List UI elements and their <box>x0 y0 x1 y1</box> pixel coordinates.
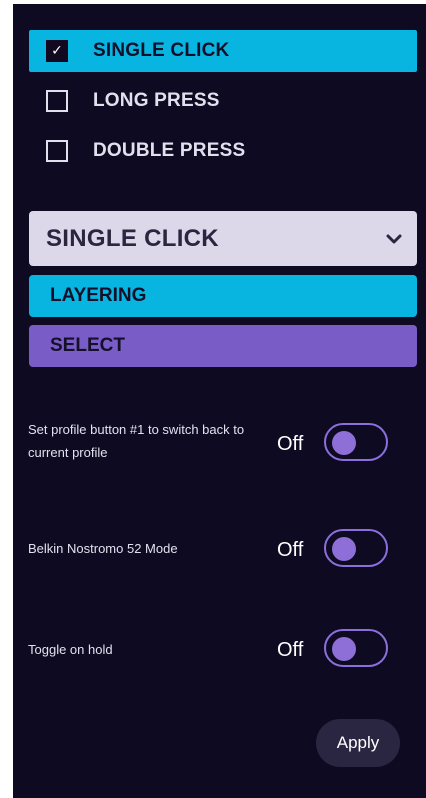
setting-state: Off <box>277 433 304 455</box>
switch-back-toggle[interactable] <box>324 423 388 461</box>
toggle-knob <box>332 537 356 561</box>
trigger-label: LONG PRESS <box>93 90 220 111</box>
toggle-knob <box>332 637 356 661</box>
trigger-long-press[interactable]: LONG PRESS <box>29 80 417 122</box>
apply-button[interactable]: Apply <box>316 719 400 767</box>
settings-panel: ✓ SINGLE CLICK LONG PRESS DOUBLE PRESS S… <box>13 4 426 798</box>
option-layering[interactable]: LAYERING <box>29 275 417 317</box>
setting-label-nostromo: Belkin Nostromo 52 Mode <box>28 541 178 556</box>
setting-state: Off <box>277 639 304 661</box>
setting-label-switch-back: Set profile button #1 to switch back to … <box>28 422 245 460</box>
setting-state: Off <box>277 539 304 561</box>
trigger-dropdown[interactable]: SINGLE CLICK <box>29 211 417 266</box>
chevron-down-icon <box>383 228 405 250</box>
trigger-label: SINGLE CLICK <box>93 40 230 61</box>
checkbox[interactable]: ✓ <box>46 40 68 62</box>
trigger-double-press[interactable]: DOUBLE PRESS <box>29 130 417 172</box>
toggle-on-hold-toggle[interactable] <box>324 629 388 667</box>
trigger-label: DOUBLE PRESS <box>93 140 246 161</box>
dropdown-value: SINGLE CLICK <box>46 224 219 252</box>
checkbox[interactable] <box>46 90 68 112</box>
checkmark-icon: ✓ <box>51 43 63 59</box>
option-select[interactable]: SELECT <box>29 325 417 367</box>
checkbox[interactable] <box>46 140 68 162</box>
trigger-single-click[interactable]: ✓ SINGLE CLICK <box>29 30 417 72</box>
nostromo-mode-toggle[interactable] <box>324 529 388 567</box>
toggle-knob <box>332 431 356 455</box>
setting-label-toggle-hold: Toggle on hold <box>28 642 113 657</box>
